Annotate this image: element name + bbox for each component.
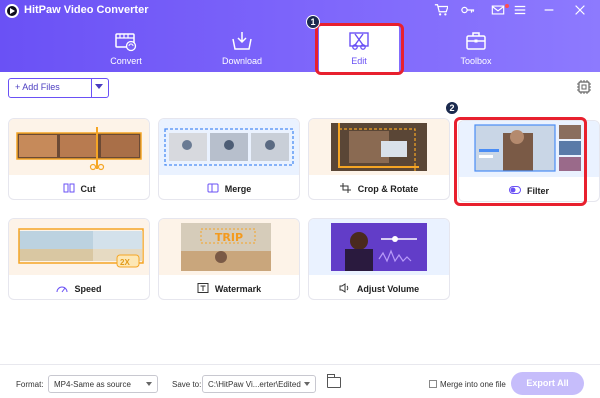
add-files-label: + Add Files [15,82,60,92]
tool-card-adjust-volume[interactable]: Adjust Volume [308,218,450,300]
volume-thumbnail [309,219,449,275]
download-icon [232,32,252,50]
tool-watermark-label: Watermark [159,278,299,299]
cart-icon[interactable] [433,3,449,19]
minimize-icon[interactable] [541,3,557,19]
tool-card-cut[interactable]: Cut [8,118,150,200]
export-all-button[interactable]: Export All [511,372,584,395]
watermark-thumbnail [159,219,299,275]
merge-thumbnail [159,119,299,175]
tool-merge-label: Merge [159,178,299,199]
crop-icon [339,183,351,193]
tool-volume-label: Adjust Volume [309,278,449,299]
title-bar: HitPaw Video Converter [0,0,600,22]
close-icon[interactable] [572,3,588,19]
chevron-down-icon [146,382,152,386]
cut-icon [63,183,74,193]
notification-dot [505,4,509,8]
tool-card-speed[interactable]: Speed 2X [8,218,150,300]
chevron-down-icon[interactable] [95,84,103,89]
key-icon[interactable] [460,3,476,19]
menu-icon[interactable] [512,3,528,19]
tab-download[interactable]: Download [202,30,282,70]
step-badge-2: 2 [445,101,459,115]
tool-crop-label: Crop & Rotate [309,178,449,199]
format-select[interactable]: MP4-Same as source [48,375,158,393]
top-header: HitPaw Video Converter Convert Download … [0,0,600,72]
tool-card-crop-rotate[interactable]: Crop & Rotate [308,118,450,200]
tool-cut-label: Cut [9,178,149,199]
add-files-divider [91,79,92,97]
save-to-select[interactable]: C:\HitPaw Vi...erter\Edited [202,375,316,393]
tab-convert[interactable]: Convert [86,30,166,70]
merge-icon [207,183,219,193]
speed-2x-badge: 2X [120,258,130,267]
tool-card-watermark[interactable]: TRIP Watermark [158,218,300,300]
edit-tab-highlight [315,23,404,75]
add-files-button[interactable]: + Add Files [8,78,109,98]
save-to-value: C:\HitPaw Vi...erter\Edited [208,380,301,389]
filter-card-highlight [454,117,587,206]
tab-toolbox-label: Toolbox [460,56,492,66]
toolbox-icon [466,32,486,50]
hardware-acceleration-icon[interactable] [576,79,592,95]
speaker-icon [339,283,349,293]
convert-icon [115,33,137,52]
merge-checkbox[interactable] [429,380,437,388]
chevron-down-icon [304,382,310,386]
tab-toolbox[interactable]: Toolbox [436,30,516,70]
merge-label: Merge into one file [440,380,506,389]
speedometer-icon [56,286,68,293]
folder-icon[interactable] [327,374,341,388]
app-logo-icon [5,4,19,18]
bottom-bar: Format: MP4-Same as source Save to: C:\H… [0,364,600,398]
tool-card-merge[interactable]: Merge [158,118,300,200]
tab-download-label: Download [221,56,263,66]
watermark-thumb-text: TRIP [214,231,244,244]
watermark-icon [197,283,209,293]
app-title: HitPaw Video Converter [24,4,149,16]
format-value: MP4-Same as source [54,380,131,389]
cut-thumbnail [9,119,149,175]
mail-icon[interactable] [490,3,506,19]
crop-thumbnail [309,119,449,175]
save-to-label: Save to: [172,380,202,389]
tab-convert-label: Convert [110,56,142,66]
tool-speed-label: Speed [9,278,149,299]
step-badge-1: 1 [306,15,320,29]
format-label: Format: [16,380,44,389]
